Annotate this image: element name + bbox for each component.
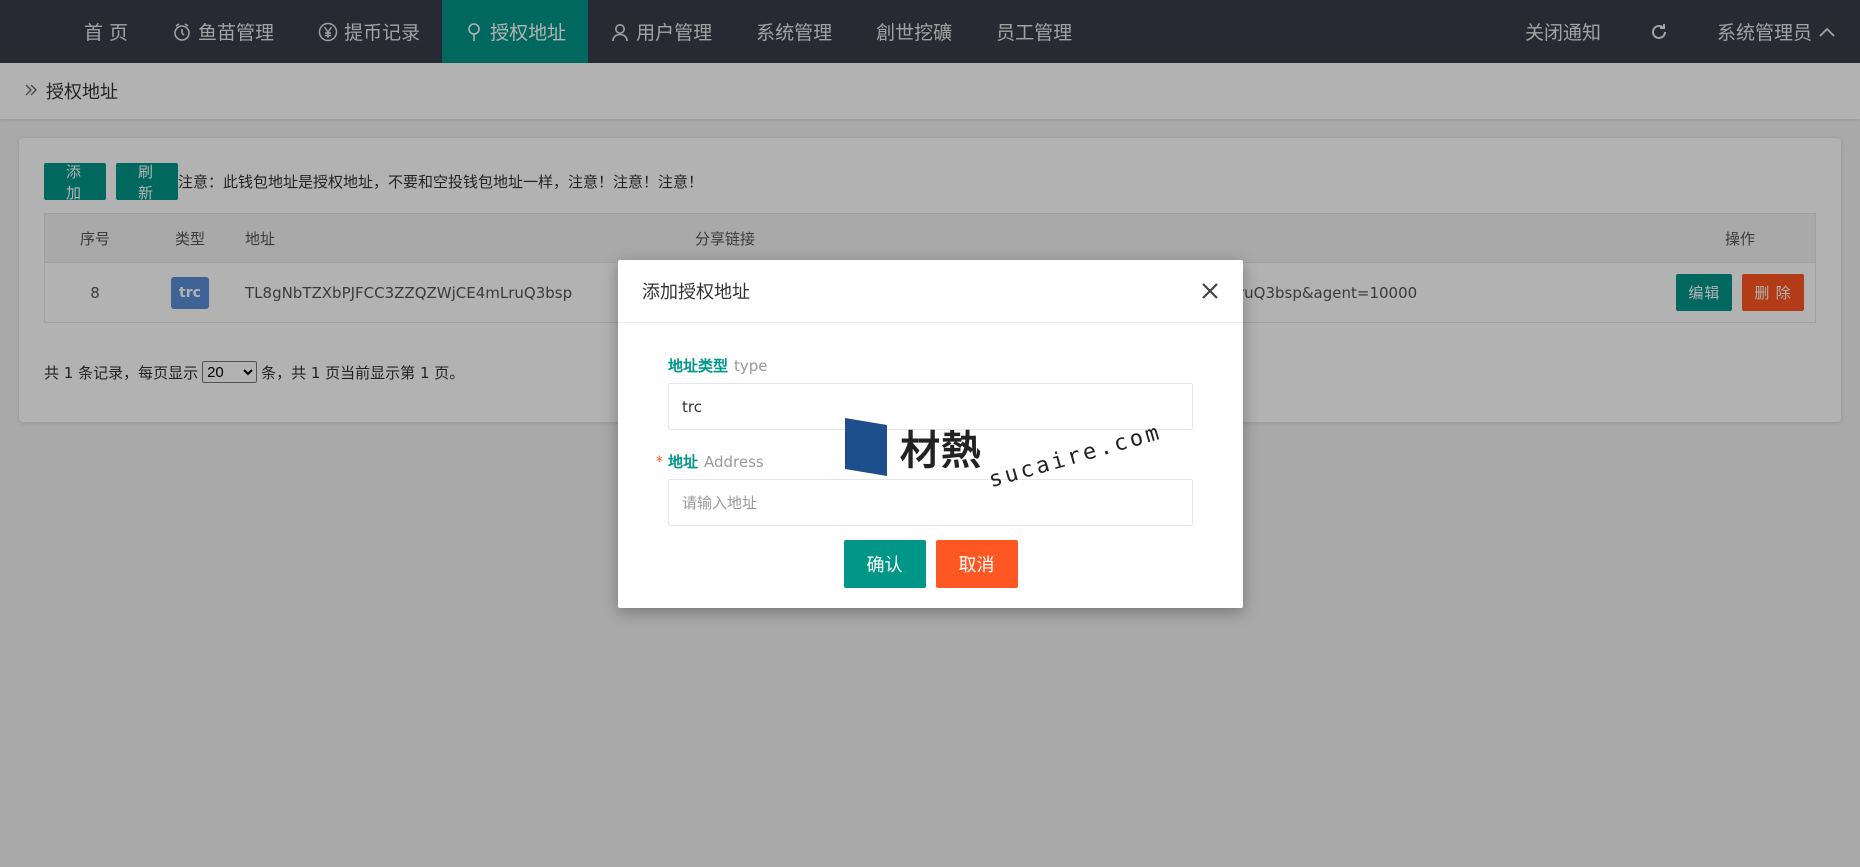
watermark: 素材熱 sucaire.com <box>845 418 1165 493</box>
required-mark: * <box>656 453 663 470</box>
modal-title: 添加授权地址 <box>642 282 750 303</box>
type-label-en: type <box>734 356 768 375</box>
watermark-logo-mark <box>845 418 887 476</box>
close-icon[interactable] <box>1197 278 1223 304</box>
modal-buttons: 确认 取消 <box>618 540 1243 588</box>
address-label-en: Address <box>704 452 764 471</box>
type-label: 地址类型 <box>668 357 729 375</box>
modal-header: 添加授权地址 <box>618 260 1243 323</box>
address-input[interactable] <box>668 479 1193 526</box>
cancel-button[interactable]: 取消 <box>935 540 1018 588</box>
confirm-button[interactable]: 确认 <box>843 540 926 588</box>
watermark-chars: 材熱 <box>900 428 982 474</box>
address-label: 地址 <box>668 453 699 471</box>
